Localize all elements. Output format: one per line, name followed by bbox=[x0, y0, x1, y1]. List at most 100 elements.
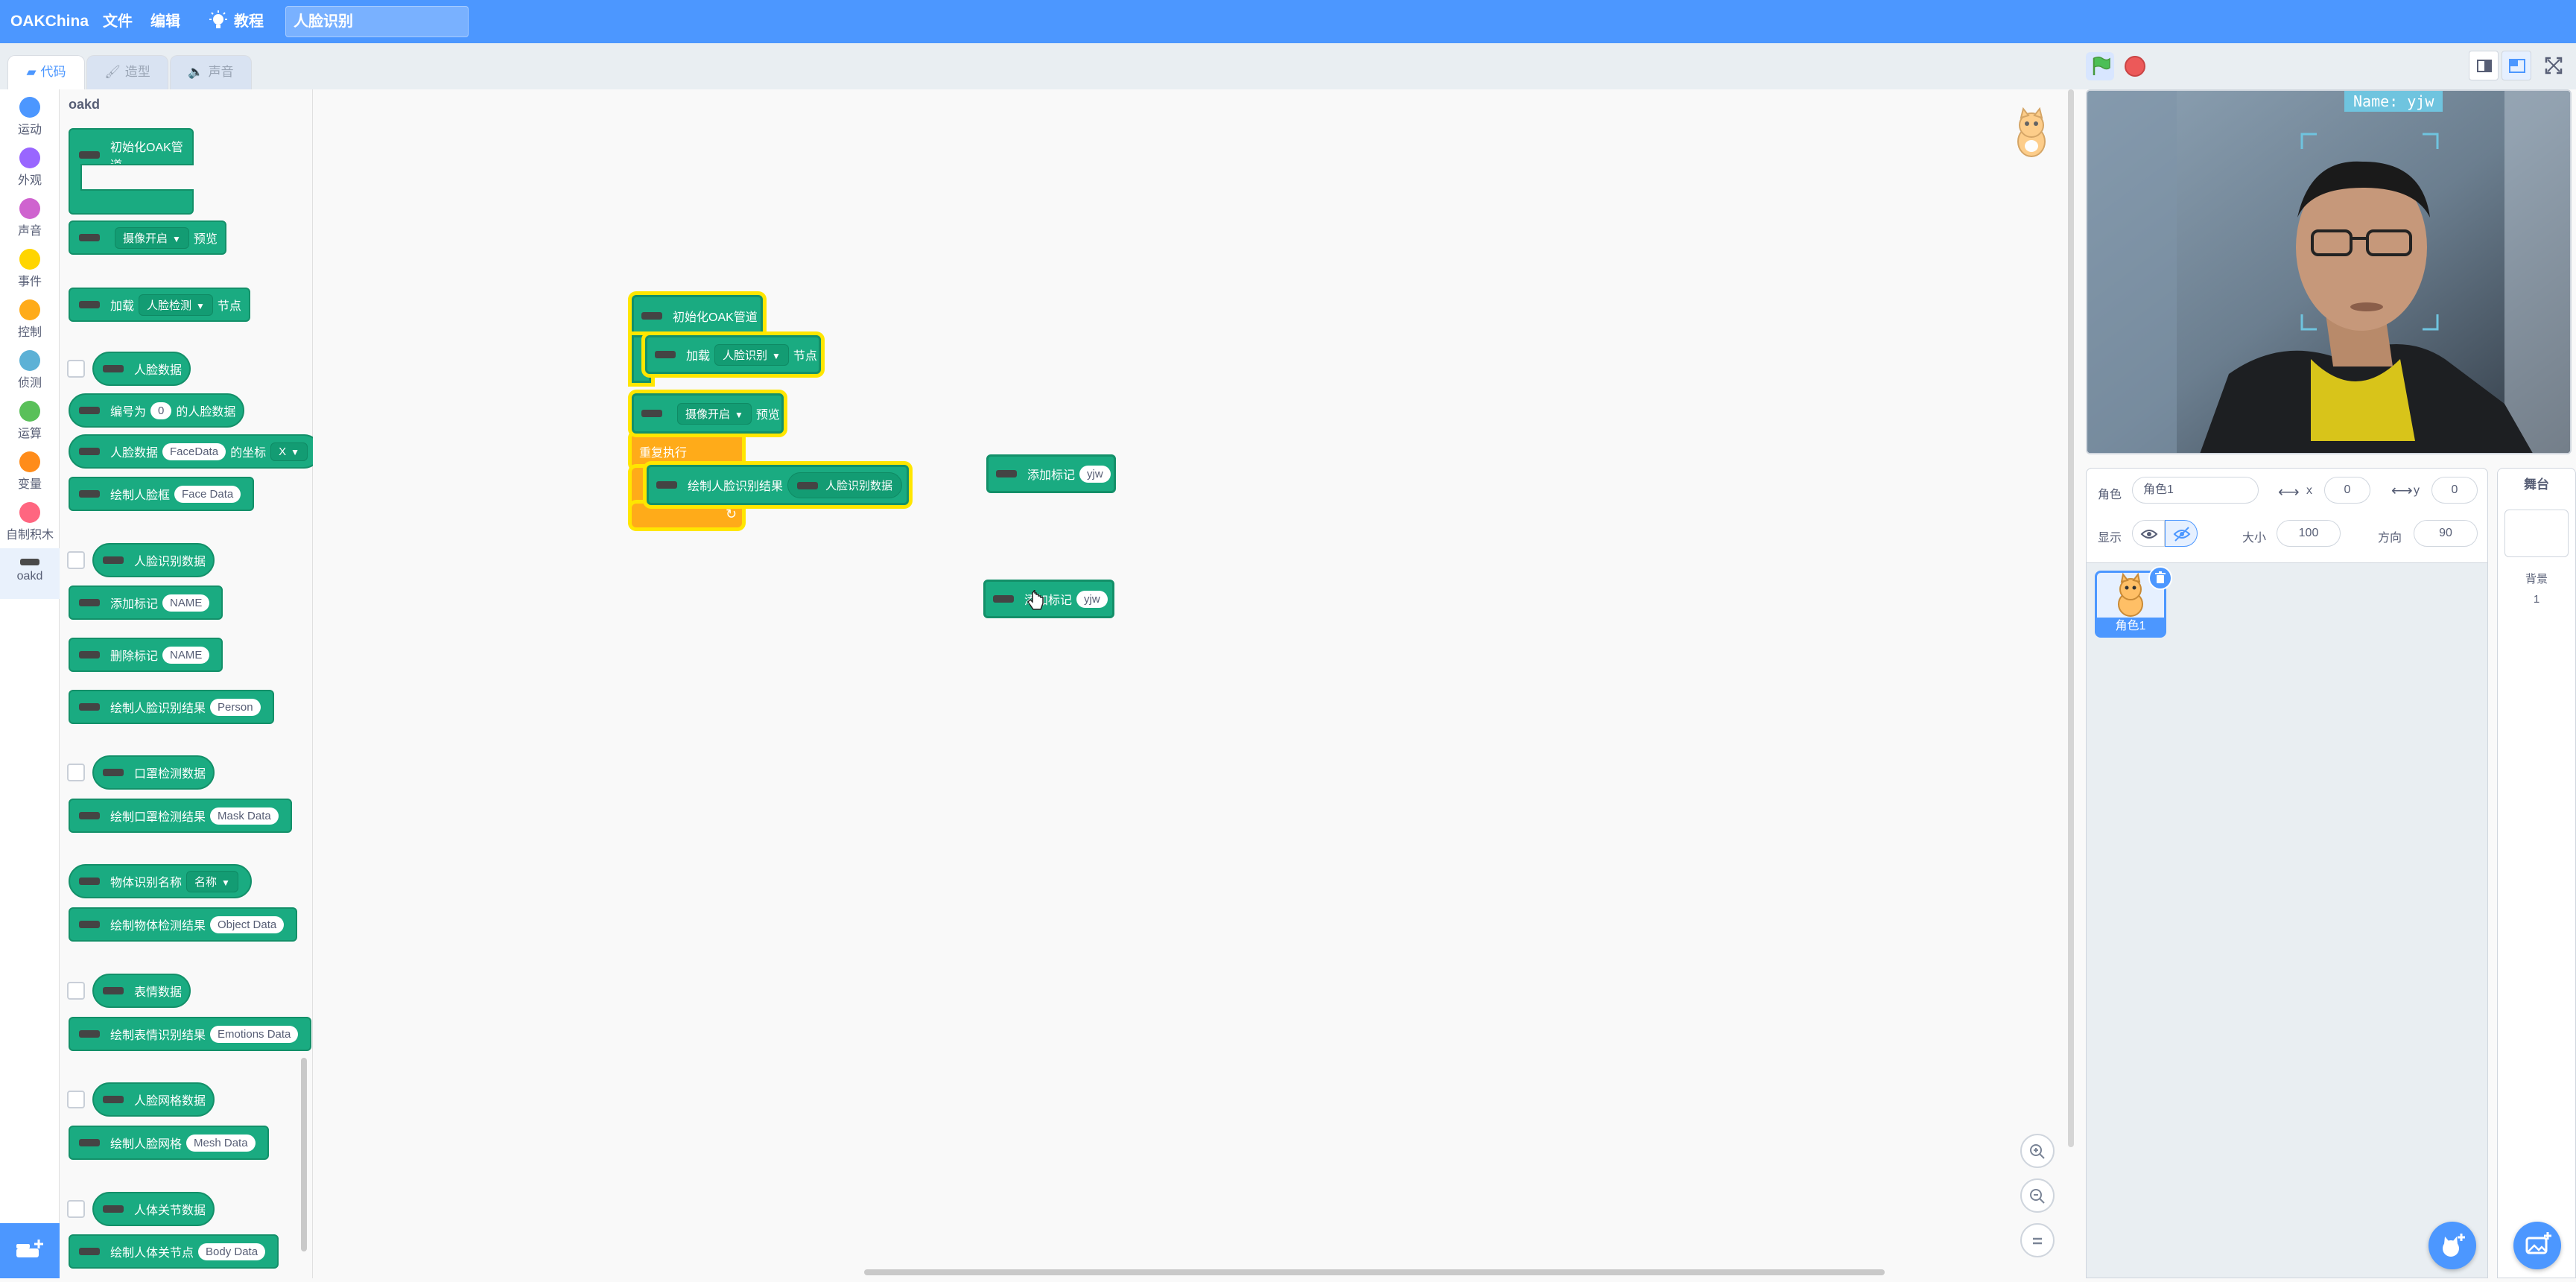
checkbox[interactable] bbox=[67, 1200, 85, 1218]
block-camera-on[interactable]: 摄像开启 ▼ 预览 bbox=[69, 220, 226, 255]
tab-code[interactable]: ▰ 代码 bbox=[7, 55, 85, 89]
backdrop-thumbnail[interactable] bbox=[2504, 510, 2569, 557]
large-stage-button[interactable] bbox=[2502, 51, 2531, 80]
script-draw-result[interactable]: 绘制人脸识别结果 人脸识别数据 bbox=[647, 465, 909, 505]
checkbox[interactable] bbox=[67, 360, 85, 378]
tag-input[interactable]: yjw bbox=[1079, 465, 1111, 483]
script-area[interactable] bbox=[313, 89, 2078, 1278]
add-extension-button[interactable] bbox=[0, 1223, 60, 1278]
block-draw-object[interactable]: 绘制物体检测结果 Object Data bbox=[69, 907, 298, 942]
green-flag-button[interactable] bbox=[2086, 52, 2114, 80]
stop-button[interactable] bbox=[2125, 56, 2145, 77]
stage-canvas[interactable]: Name: yjw bbox=[2086, 89, 2572, 454]
size-input[interactable]: 100 bbox=[2277, 520, 2341, 547]
stage-selector[interactable] bbox=[2497, 468, 2576, 1278]
block-draw-face-box[interactable]: 绘制人脸框 Face Data bbox=[69, 477, 255, 511]
script-load-node[interactable]: 加载 人脸识别 ▼ 节点 bbox=[645, 335, 821, 374]
category-sensing[interactable]: 侦测 bbox=[0, 346, 60, 396]
script-horizontal-scrollbar[interactable] bbox=[864, 1269, 1885, 1275]
category-events[interactable]: 事件 bbox=[0, 244, 60, 295]
block-draw-body[interactable]: 绘制人体关节点 Body Data bbox=[69, 1234, 279, 1269]
script-camera-on[interactable]: 摄像开启 ▼ 预览 bbox=[632, 393, 784, 434]
direction-input[interactable]: 90 bbox=[2414, 520, 2478, 547]
sprite-name-input[interactable]: 角色1 bbox=[2132, 477, 2259, 504]
category-operators[interactable]: 运算 bbox=[0, 396, 60, 447]
block-body-data[interactable]: 人体关节数据 bbox=[92, 1192, 215, 1226]
small-stage-button[interactable] bbox=[2469, 51, 2499, 80]
object-data-input[interactable]: Object Data bbox=[210, 916, 285, 933]
checkbox[interactable] bbox=[67, 764, 85, 781]
forever-label: 重复执行 bbox=[639, 447, 688, 460]
node-dropdown[interactable]: 人脸识别 ▼ bbox=[714, 343, 789, 366]
name-input[interactable]: NAME bbox=[162, 594, 210, 612]
delete-sprite-button[interactable] bbox=[2148, 566, 2172, 590]
checkbox[interactable] bbox=[67, 551, 85, 569]
block-mesh-data[interactable]: 人脸网格数据 bbox=[92, 1082, 215, 1117]
palette-scrollbar[interactable] bbox=[301, 1058, 307, 1251]
block-draw-emotion[interactable]: 绘制表情识别结果 Emotions Data bbox=[69, 1017, 312, 1051]
name-input[interactable]: NAME bbox=[162, 646, 210, 664]
script-add-tag-dragged[interactable]: 添加标记 yjw bbox=[983, 580, 1114, 618]
checkbox[interactable] bbox=[67, 982, 85, 1000]
reset-zoom-icon bbox=[2033, 1237, 2042, 1245]
axis-dropdown[interactable]: X ▼ bbox=[270, 442, 308, 461]
block-init-pipeline[interactable]: 初始化OAK管道 bbox=[69, 128, 194, 215]
face-data-input[interactable]: Face Data bbox=[174, 485, 241, 503]
mesh-data-input[interactable]: Mesh Data bbox=[186, 1134, 256, 1152]
block-delete-tag[interactable]: 删除标记 NAME bbox=[69, 638, 223, 672]
project-title-input[interactable]: 人脸识别 bbox=[285, 6, 469, 37]
block-emotion-data[interactable]: 表情数据 bbox=[92, 974, 191, 1008]
menu-edit[interactable]: 编辑 bbox=[150, 0, 180, 43]
block-draw-mesh[interactable]: 绘制人脸网格 Mesh Data bbox=[69, 1126, 269, 1160]
script-vertical-scrollbar[interactable] bbox=[2068, 89, 2074, 1147]
category-my-blocks[interactable]: 自制积木 bbox=[0, 498, 60, 548]
zoom-in-button[interactable] bbox=[2020, 1134, 2055, 1168]
tab-costumes[interactable]: 🖌 造型 bbox=[86, 55, 168, 89]
block-face-data[interactable]: 人脸数据 bbox=[92, 352, 191, 386]
category-oakd[interactable]: oakd bbox=[0, 548, 60, 599]
body-data-input[interactable]: Body Data bbox=[198, 1243, 266, 1260]
category-control[interactable]: 控制 bbox=[0, 295, 60, 346]
facedata-input[interactable]: FaceData bbox=[162, 442, 226, 460]
camera-dropdown[interactable]: 摄像开启 ▼ bbox=[677, 402, 752, 425]
script-add-tag[interactable]: 添加标记 yjw bbox=[986, 454, 1116, 493]
app-logo[interactable]: OAKChina bbox=[10, 0, 89, 43]
zoom-out-button[interactable] bbox=[2020, 1178, 2055, 1213]
block-draw-face-recog[interactable]: 绘制人脸识别结果 Person bbox=[69, 690, 274, 724]
block-mask-data[interactable]: 口罩检测数据 bbox=[92, 755, 215, 790]
menu-tutorials[interactable]: 教程 bbox=[234, 0, 264, 43]
tab-sounds[interactable]: 🔈 声音 bbox=[170, 55, 252, 89]
y-input[interactable]: 0 bbox=[2431, 477, 2478, 504]
person-input[interactable]: Person bbox=[210, 698, 261, 716]
block-load-node[interactable]: 加载 人脸检测 ▼ 节点 bbox=[69, 288, 250, 322]
checkbox[interactable] bbox=[67, 1091, 85, 1108]
zoom-reset-button[interactable] bbox=[2020, 1223, 2055, 1257]
emotions-data-input[interactable]: Emotions Data bbox=[210, 1025, 299, 1043]
face-recog-data-reporter[interactable]: 人脸识别数据 bbox=[787, 472, 903, 498]
category-looks[interactable]: 外观 bbox=[0, 143, 60, 194]
number-input[interactable]: 0 bbox=[150, 402, 172, 419]
tag-input[interactable]: yjw bbox=[1076, 590, 1108, 608]
x-input[interactable]: 0 bbox=[2324, 477, 2370, 504]
fullscreen-button[interactable] bbox=[2539, 51, 2569, 80]
camera-dropdown[interactable]: 摄像开启 ▼ bbox=[115, 226, 189, 249]
menu-file[interactable]: 文件 bbox=[103, 0, 133, 43]
choose-sprite-button[interactable] bbox=[2429, 1222, 2476, 1269]
script-init-pipeline[interactable]: 初始化OAK管道 bbox=[632, 295, 763, 337]
block-draw-mask[interactable]: 绘制口罩检测结果 Mask Data bbox=[69, 799, 292, 833]
lightbulb-icon[interactable] bbox=[207, 10, 229, 32]
block-add-tag[interactable]: 添加标记 NAME bbox=[69, 586, 223, 620]
show-sprite-button[interactable] bbox=[2132, 520, 2165, 547]
block-face-recog-data[interactable]: 人脸识别数据 bbox=[92, 543, 215, 577]
node-dropdown[interactable]: 人脸检测 ▼ bbox=[139, 293, 213, 316]
block-face-coords[interactable]: 人脸数据 FaceData 的坐标 X ▼ bbox=[69, 434, 321, 469]
category-sound[interactable]: 声音 bbox=[0, 194, 60, 244]
category-variables[interactable]: 变量 bbox=[0, 447, 60, 498]
hide-sprite-button[interactable] bbox=[2165, 520, 2198, 547]
block-numbered-face-data[interactable]: 编号为 0 的人脸数据 bbox=[69, 393, 245, 428]
block-object-name[interactable]: 物体识别名称 名称 ▼ bbox=[69, 864, 252, 898]
category-motion[interactable]: 运动 bbox=[0, 92, 60, 143]
name-dropdown[interactable]: 名称 ▼ bbox=[186, 870, 238, 892]
mask-data-input[interactable]: Mask Data bbox=[210, 807, 279, 825]
choose-backdrop-button[interactable] bbox=[2513, 1222, 2561, 1269]
